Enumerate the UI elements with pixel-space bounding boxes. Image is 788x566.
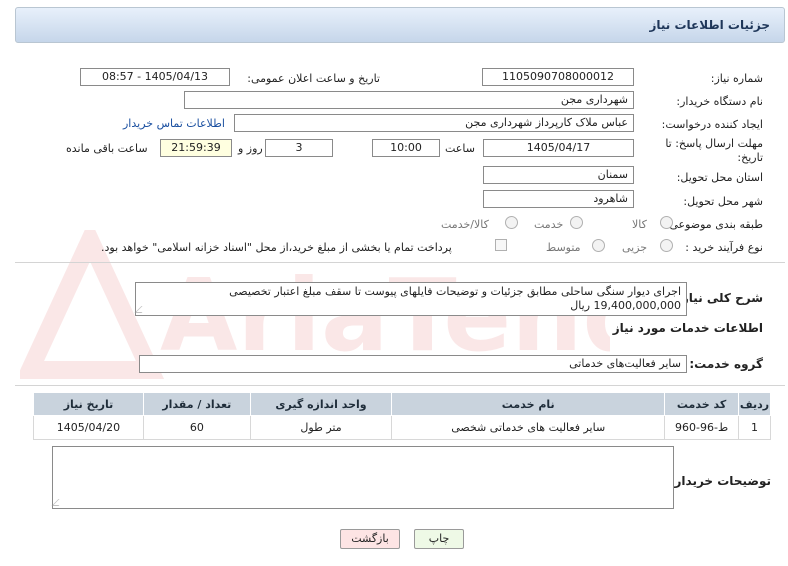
back-button[interactable]: بازگشت — [340, 529, 400, 549]
need-number-label: شماره نیاز: — [710, 72, 763, 85]
col-header-unit: واحد اندازه گیری — [249, 392, 393, 416]
need-number-field[interactable]: 1105090708000012 — [482, 68, 634, 86]
deadline-time-field[interactable]: 10:00 — [372, 139, 440, 157]
remaining-label: ساعت باقی مانده — [66, 142, 148, 155]
col-header-service-name: نام خدمت — [391, 392, 666, 416]
radio-partial-label: جزیی — [622, 241, 648, 254]
description-text: اجرای دیوار سنگی ساحلی مطابق جزئیات و تو… — [229, 285, 681, 312]
category-label: طبقه بندی موضوعی: — [665, 218, 763, 231]
resize-handle[interactable] — [51, 499, 66, 506]
col-header-service-code: کد خدمت — [664, 392, 740, 416]
header-panel: جزئیات اطلاعات نیاز — [15, 7, 785, 43]
col-header-need-date: تاریخ نیاز — [33, 392, 144, 416]
announce-datetime-field[interactable]: 1405/04/13 - 08:57 — [80, 68, 230, 86]
radio-goods[interactable] — [660, 216, 673, 229]
cell-need-date: 1405/04/20 — [33, 415, 144, 440]
province-label: استان محل تحویل: — [676, 171, 763, 184]
deadline-time-label: ساعت — [445, 142, 475, 155]
radio-medium[interactable] — [592, 239, 605, 252]
radio-medium-label: متوسط — [546, 241, 581, 254]
city-field[interactable]: شاهرود — [483, 190, 634, 208]
days-label: روز و — [238, 142, 263, 155]
buyer-notes-label: توضیحات خریدار: — [669, 474, 771, 488]
deadline-days-field[interactable]: 3 — [265, 139, 333, 157]
radio-goods-service[interactable] — [505, 216, 518, 229]
services-table: ردیف کد خدمت نام خدمت واحد اندازه گیری ت… — [33, 392, 771, 440]
description-field[interactable]: اجرای دیوار سنگی ساحلی مطابق جزئیات و تو… — [134, 282, 687, 316]
radio-goods-service-label: کالا/خدمت — [441, 218, 489, 231]
buyer-org-label: نام دستگاه خریدار: — [676, 95, 763, 108]
radio-service-label: خدمت — [534, 218, 564, 231]
cell-row-number: 1 — [738, 415, 771, 440]
resize-handle[interactable] — [134, 306, 149, 313]
services-heading: اطلاعات خدمات مورد نیاز — [612, 321, 763, 335]
treasury-checkbox[interactable] — [495, 239, 507, 251]
table-header-row: ردیف کد خدمت نام خدمت واحد اندازه گیری ت… — [33, 392, 771, 416]
table-row[interactable]: 1 ط-96-960 سایر فعالیت های خدماتی شخصی م… — [33, 415, 771, 440]
deadline-date-field[interactable]: 1405/04/17 — [483, 139, 634, 157]
page-title: جزئیات اطلاعات نیاز — [649, 18, 770, 32]
divider — [15, 385, 785, 386]
treasury-note: پرداخت تمام یا بخشی از مبلغ خرید،از محل … — [101, 241, 452, 254]
print-button[interactable]: چاپ — [414, 529, 464, 549]
buyer-notes-field[interactable] — [51, 446, 674, 509]
divider — [15, 262, 785, 263]
radio-goods-label: کالا — [632, 218, 647, 231]
description-label: شرح کلی نیاز: — [677, 291, 763, 305]
col-header-row-number: ردیف — [738, 392, 771, 416]
cell-service-code: ط-96-960 — [664, 415, 740, 440]
cell-quantity: 60 — [142, 415, 251, 440]
service-group-label: گروه خدمت: — [689, 357, 763, 371]
province-field[interactable]: سمنان — [483, 166, 634, 184]
col-header-quantity: تعداد / مقدار — [142, 392, 251, 416]
cell-service-name: سایر فعالیت های خدماتی شخصی — [391, 415, 666, 440]
buyer-org-field[interactable]: شهرداری مجن — [184, 91, 634, 109]
requester-field[interactable]: عباس ملاک کارپرداز شهرداری مجن — [234, 114, 634, 132]
cell-unit: متر طول — [249, 415, 393, 440]
purchase-type-label: نوع فرآیند خرید : — [685, 241, 763, 254]
service-group-field[interactable]: سایر فعالیت‌های خدماتی — [139, 355, 687, 373]
radio-service[interactable] — [570, 216, 583, 229]
radio-partial[interactable] — [660, 239, 673, 252]
contact-info-link[interactable]: اطلاعات تماس خریدار — [123, 117, 225, 130]
announce-datetime-label: تاریخ و ساعت اعلان عمومی: — [247, 72, 380, 85]
remaining-time-field: 21:59:39 — [160, 139, 232, 157]
deadline-label: مهلت ارسال پاسخ: تا تاریخ: — [665, 137, 763, 164]
city-label: شهر محل تحویل: — [683, 195, 763, 208]
requester-label: ایجاد کننده درخواست: — [661, 118, 763, 131]
